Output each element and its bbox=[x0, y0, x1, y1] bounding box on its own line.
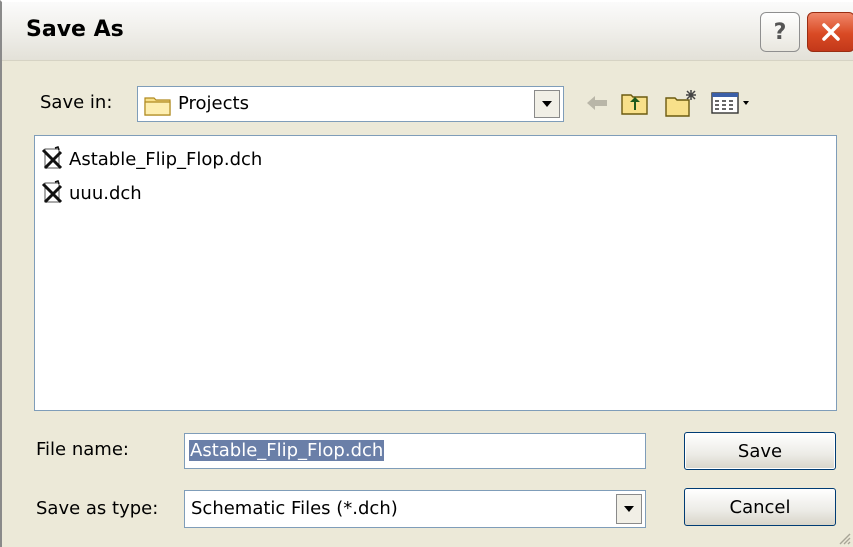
file-name: Astable_Flip_Flop.dch bbox=[69, 148, 263, 170]
file-name-value: Astable_Flip_Flop.dch bbox=[189, 440, 385, 461]
save-as-type-value: Schematic Files (*.dch) bbox=[191, 498, 398, 519]
file-item[interactable]: uuu.dch bbox=[39, 180, 142, 206]
schematic-file-icon bbox=[41, 180, 63, 204]
chevron-down-icon bbox=[542, 101, 552, 107]
save-as-dialog: Save As ? Save in: Projects Astable_Flip… bbox=[0, 0, 853, 547]
file-list[interactable]: Astable_Flip_Flop.dch uuu.dch bbox=[34, 135, 837, 411]
save-as-type-dropdown[interactable]: Schematic Files (*.dch) bbox=[184, 490, 646, 528]
save-in-location: Projects bbox=[178, 93, 249, 114]
help-button[interactable]: ? bbox=[760, 12, 800, 52]
file-item[interactable]: Astable_Flip_Flop.dch bbox=[39, 146, 262, 172]
up-one-level-button[interactable] bbox=[620, 86, 650, 120]
file-name: uuu.dch bbox=[69, 182, 142, 204]
back-arrow-icon bbox=[587, 96, 607, 110]
save-button[interactable]: Save bbox=[684, 432, 836, 470]
back-button[interactable] bbox=[584, 86, 610, 120]
dialog-title: Save As bbox=[26, 17, 124, 42]
create-new-folder-button[interactable] bbox=[664, 86, 700, 120]
resize-grip-icon[interactable] bbox=[837, 531, 851, 545]
close-x-icon bbox=[822, 23, 840, 41]
view-menu-icon bbox=[711, 92, 749, 114]
chevron-down-icon bbox=[624, 506, 634, 512]
file-name-input[interactable]: Astable_Flip_Flop.dch bbox=[184, 433, 646, 469]
save-in-dropdown-arrow[interactable] bbox=[534, 90, 560, 118]
save-in-dropdown[interactable]: Projects bbox=[137, 86, 564, 122]
title-bar[interactable]: Save As ? bbox=[2, 2, 853, 61]
question-mark-icon: ? bbox=[773, 19, 787, 45]
close-button[interactable] bbox=[807, 12, 853, 52]
cancel-button[interactable]: Cancel bbox=[684, 488, 836, 526]
create-new-folder-icon bbox=[665, 90, 696, 117]
file-name-label: File name: bbox=[36, 439, 129, 460]
save-as-type-dropdown-arrow[interactable] bbox=[616, 494, 642, 524]
folder-icon bbox=[144, 94, 172, 120]
save-as-type-label: Save as type: bbox=[36, 498, 159, 519]
up-one-level-icon bbox=[621, 94, 648, 115]
save-in-label: Save in: bbox=[40, 92, 113, 113]
view-menu-button[interactable] bbox=[710, 86, 756, 120]
schematic-file-icon bbox=[41, 146, 63, 170]
